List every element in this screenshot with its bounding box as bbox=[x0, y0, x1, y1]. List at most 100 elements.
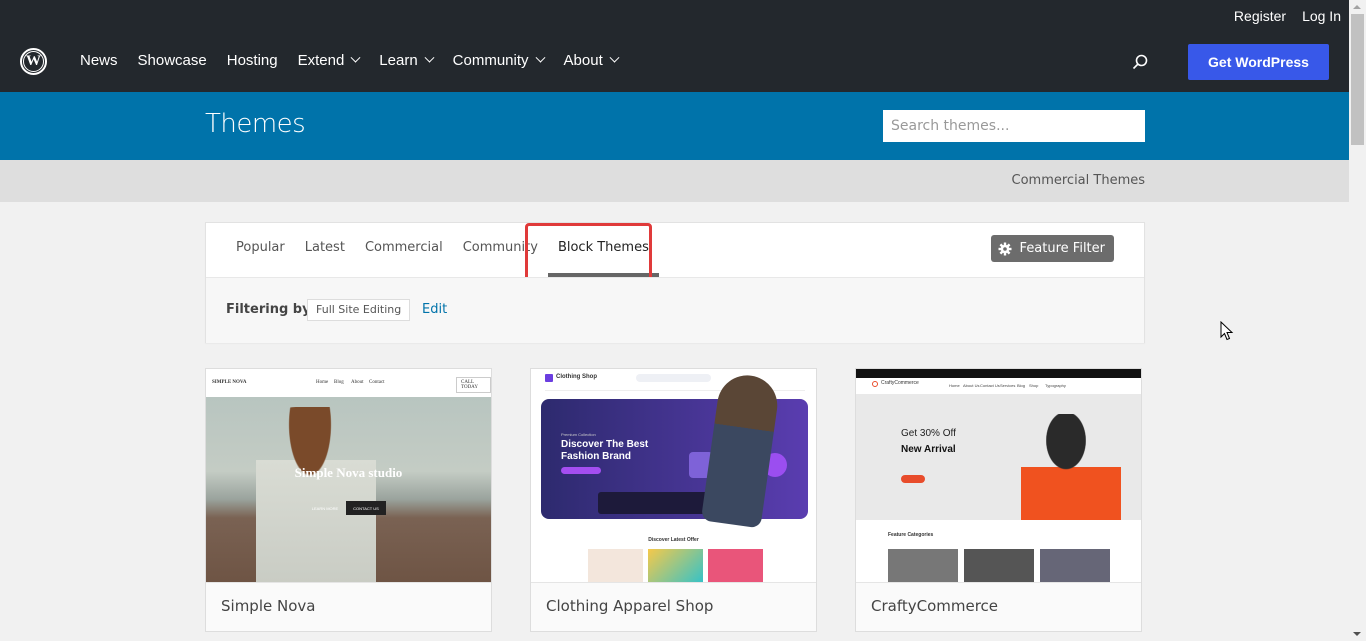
nav-label: Hosting bbox=[226, 52, 278, 69]
preview-button: LEARN MORE bbox=[311, 505, 339, 511]
nav-label: News bbox=[80, 52, 118, 69]
theme-screenshot: SIMPLE NOVA Home Blog About Contact CALL… bbox=[206, 369, 491, 583]
theme-name[interactable]: CraftyCommerce bbox=[871, 597, 998, 615]
preview-nav: Home bbox=[949, 383, 960, 388]
preview-hero: Get 30% Off New Arrival bbox=[856, 394, 1141, 520]
preview-category bbox=[888, 549, 958, 582]
nav-label: Extend bbox=[297, 52, 345, 69]
preview-headline: Get 30% Off bbox=[901, 428, 956, 439]
preview-nav: About bbox=[351, 380, 364, 385]
nav-label: Showcase bbox=[137, 52, 207, 69]
preview-logo-icon bbox=[545, 374, 553, 382]
chevron-down-icon bbox=[424, 52, 435, 63]
get-wordpress-button[interactable]: Get WordPress bbox=[1188, 44, 1329, 80]
tab-commercial[interactable]: Commercial bbox=[365, 223, 443, 277]
commercial-themes-link[interactable]: Commercial Themes bbox=[1012, 173, 1146, 188]
page-title: Themes bbox=[205, 109, 306, 139]
login-link[interactable]: Log In bbox=[1302, 8, 1341, 24]
tab-block-themes[interactable]: Block Themes bbox=[547, 223, 659, 277]
theme-card[interactable]: Clothing Shop Premium Collection Discove… bbox=[530, 368, 817, 632]
mouse-cursor-icon bbox=[1220, 321, 1234, 341]
nav-label: Community bbox=[452, 52, 529, 69]
preview-offer bbox=[708, 549, 763, 582]
tab-community[interactable]: Community bbox=[463, 223, 538, 277]
preview-brand: SIMPLE NOVA bbox=[212, 380, 247, 385]
theme-name[interactable]: Clothing Apparel Shop bbox=[546, 597, 713, 615]
scroll-up-arrow-icon[interactable] bbox=[1353, 5, 1361, 9]
preview-button: CALL TODAY bbox=[456, 377, 491, 393]
nav-label: About bbox=[563, 52, 603, 69]
preview-nav: Typography bbox=[1045, 383, 1066, 388]
wordpress-logo-icon[interactable]: W bbox=[20, 48, 47, 75]
preview-categories bbox=[888, 549, 1110, 582]
preview-offer bbox=[648, 549, 703, 582]
preview-nav: About Us bbox=[963, 383, 980, 388]
preview-nav: Contact bbox=[369, 380, 385, 385]
scrollbar-thumb[interactable] bbox=[1351, 14, 1364, 145]
gear-icon bbox=[998, 242, 1012, 255]
preview-header: CraftyCommerce Home About Us Contact Us … bbox=[856, 378, 1141, 394]
preview-nav: Home bbox=[316, 380, 329, 385]
register-link[interactable]: Register bbox=[1234, 8, 1286, 24]
preview-nav: Blog bbox=[334, 380, 344, 385]
preview-nav: Contact Us bbox=[980, 383, 1000, 388]
preview-headline: Simple Nova studio bbox=[294, 465, 403, 480]
chevron-down-icon bbox=[350, 52, 361, 63]
theme-card[interactable]: SIMPLE NOVA Home Blog About Contact CALL… bbox=[205, 368, 492, 632]
active-filters: Filtering by: Full Site Editing Edit bbox=[206, 277, 1144, 343]
theme-card[interactable]: CraftyCommerce Home About Us Contact Us … bbox=[855, 368, 1142, 632]
main-nav: News Showcase Hosting Extend Learn Commu… bbox=[80, 52, 638, 69]
filter-panel: Popular Latest Commercial Community Bloc… bbox=[205, 222, 1145, 343]
preview-headline: New Arrival bbox=[901, 444, 956, 455]
themes-banner: Themes bbox=[0, 92, 1349, 160]
filter-tag: Full Site Editing bbox=[307, 299, 411, 321]
theme-screenshot: CraftyCommerce Home About Us Contact Us … bbox=[856, 369, 1141, 583]
preview-model bbox=[1021, 414, 1121, 520]
preview-button: CONTACT US bbox=[346, 501, 386, 515]
preview-category bbox=[1040, 549, 1110, 582]
preview-section-title: Feature Categories bbox=[888, 532, 934, 538]
preview-person bbox=[256, 407, 376, 582]
preview-headline: Discover The Best Fashion Brand bbox=[561, 439, 649, 462]
tab-popular[interactable]: Popular bbox=[236, 223, 285, 277]
preview-nav: Services bbox=[1000, 383, 1016, 388]
feature-filter-button[interactable]: Feature Filter bbox=[990, 235, 1114, 262]
nav-item-hosting[interactable]: Hosting bbox=[227, 52, 278, 69]
edit-filters-link[interactable]: Edit bbox=[422, 302, 447, 317]
preview-offers bbox=[588, 549, 763, 582]
preview-brand: Clothing Shop bbox=[556, 374, 597, 380]
preview-nav: Blog bbox=[1017, 383, 1026, 388]
search-themes-input[interactable] bbox=[883, 110, 1145, 142]
nav-item-news[interactable]: News bbox=[80, 52, 118, 69]
preview-announcement-bar bbox=[856, 369, 1141, 378]
theme-screenshot: Clothing Shop Premium Collection Discove… bbox=[531, 369, 816, 583]
preview-kicker: Premium Collection bbox=[561, 432, 596, 437]
theme-tabs: Popular Latest Commercial Community Bloc… bbox=[236, 223, 669, 277]
preview-header: SIMPLE NOVA Home Blog About Contact CALL… bbox=[206, 369, 491, 397]
nav-item-showcase[interactable]: Showcase bbox=[138, 52, 207, 69]
nav-item-community[interactable]: Community bbox=[452, 52, 545, 69]
preview-nav: Shop bbox=[1029, 383, 1039, 388]
preview-offer bbox=[588, 549, 643, 582]
scroll-down-arrow-icon[interactable] bbox=[1353, 632, 1361, 636]
subnav-bar: Commercial Themes bbox=[0, 160, 1349, 202]
preview-logo-icon bbox=[872, 381, 878, 387]
search-icon[interactable] bbox=[1132, 54, 1148, 70]
nav-item-extend[interactable]: Extend bbox=[297, 52, 361, 69]
chevron-down-icon bbox=[535, 52, 545, 63]
page-scrollbar[interactable] bbox=[1349, 0, 1366, 641]
preview-category bbox=[964, 549, 1034, 582]
tab-latest[interactable]: Latest bbox=[305, 223, 345, 277]
preview-button bbox=[901, 475, 925, 483]
filtering-by-label: Filtering by: bbox=[226, 302, 316, 317]
nav-item-about[interactable]: About bbox=[563, 52, 620, 69]
theme-name[interactable]: Simple Nova bbox=[221, 597, 315, 615]
nav-item-learn[interactable]: Learn bbox=[379, 52, 435, 69]
nav-label: Learn bbox=[379, 52, 418, 69]
feature-filter-label: Feature Filter bbox=[1019, 241, 1105, 256]
preview-brand: CraftyCommerce bbox=[881, 380, 919, 386]
preview-section-title: Discover Latest Offer bbox=[648, 537, 699, 543]
preview-button bbox=[561, 467, 601, 474]
chevron-down-icon bbox=[609, 52, 620, 63]
account-links: Register Log In bbox=[1234, 8, 1341, 24]
